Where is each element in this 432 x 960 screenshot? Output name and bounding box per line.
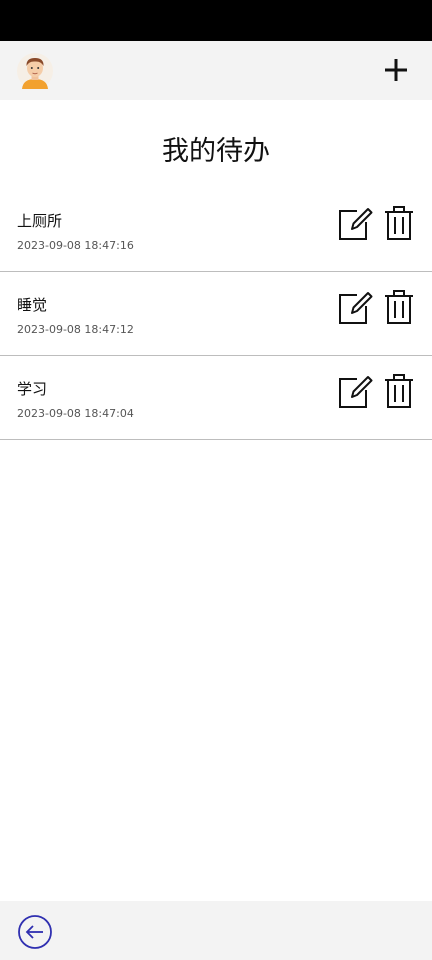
todo-item[interactable]: 睡觉 2023-09-08 18:47:12	[0, 272, 432, 356]
trash-icon	[385, 290, 413, 324]
delete-button[interactable]	[384, 373, 414, 409]
edit-button[interactable]	[338, 288, 374, 326]
delete-button[interactable]	[384, 205, 414, 241]
edit-icon	[339, 208, 373, 240]
status-bar	[0, 0, 432, 41]
back-button[interactable]	[17, 914, 53, 950]
todo-title: 学习	[17, 380, 48, 398]
todo-title: 上厕所	[17, 212, 63, 230]
plus-icon	[385, 59, 407, 81]
edit-button[interactable]	[338, 204, 374, 242]
todo-item[interactable]: 学习 2023-09-08 18:47:04	[0, 356, 432, 440]
edit-button[interactable]	[338, 372, 374, 410]
user-avatar-icon[interactable]	[17, 53, 53, 89]
todo-timestamp: 2023-09-08 18:47:16	[17, 239, 134, 252]
todo-timestamp: 2023-09-08 18:47:04	[17, 407, 134, 420]
trash-icon	[385, 374, 413, 408]
todo-timestamp: 2023-09-08 18:47:12	[17, 323, 134, 336]
arrow-left-circle-icon	[18, 915, 52, 949]
todo-title: 睡觉	[17, 296, 48, 314]
delete-button[interactable]	[384, 289, 414, 325]
trash-icon	[385, 206, 413, 240]
edit-icon	[339, 376, 373, 408]
edit-icon	[339, 292, 373, 324]
page-title: 我的待办	[162, 136, 270, 167]
todo-item[interactable]: 上厕所 2023-09-08 18:47:16	[0, 188, 432, 272]
top-app-bar	[0, 41, 432, 100]
add-todo-button[interactable]	[380, 54, 412, 86]
bottom-bar	[0, 901, 432, 960]
todo-list: 上厕所 2023-09-08 18:47:16 睡觉 2023-09-08 18…	[0, 188, 432, 440]
